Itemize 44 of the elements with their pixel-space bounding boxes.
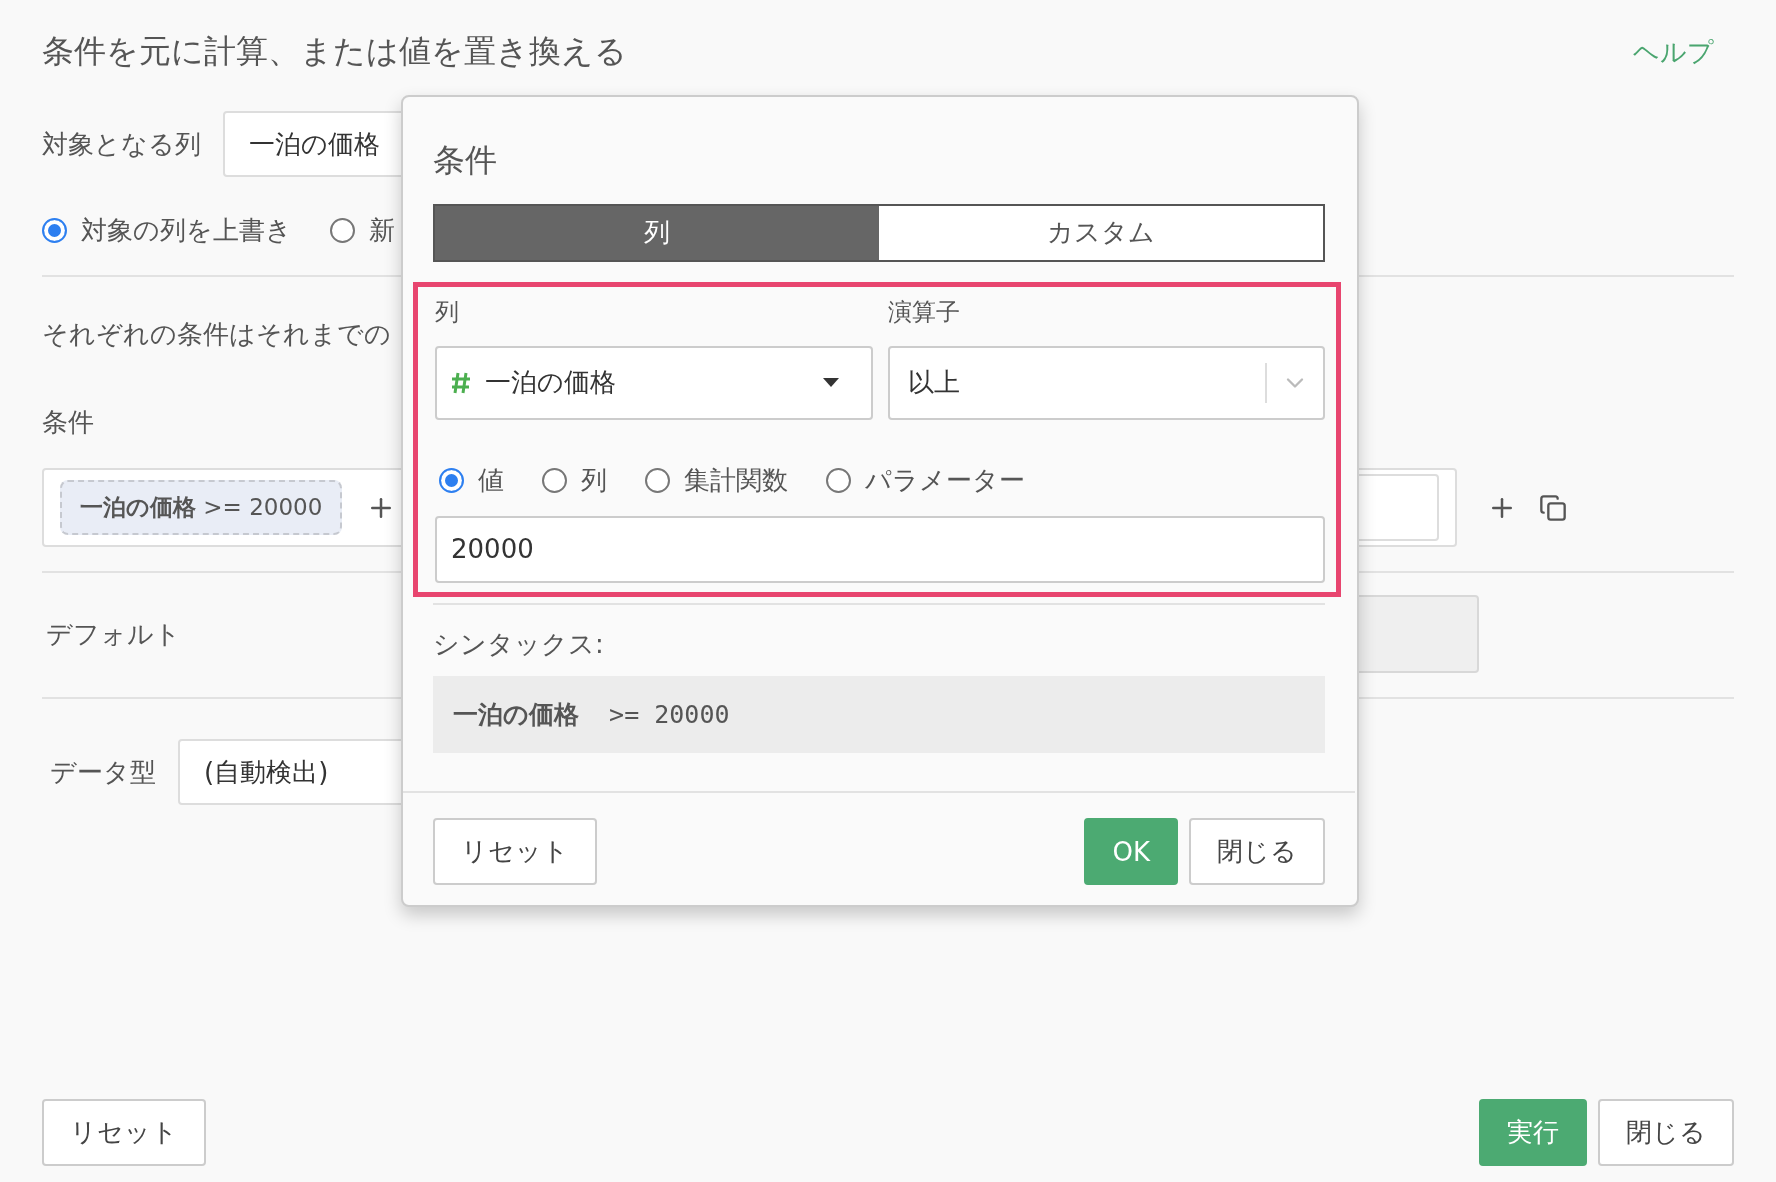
radio-label: 対象の列を上書き [81, 213, 292, 247]
radio-option[interactable]: 値 [439, 463, 504, 499]
radio-label: 新 [369, 213, 395, 247]
field-label: データ型 [50, 755, 156, 789]
secondary-button[interactable]: 閉じる [1598, 1099, 1734, 1166]
radio-label: 集計関数 [684, 464, 788, 498]
page-title: 条件を元に計算、または値を置き換える [42, 31, 627, 72]
radio-option[interactable]: 集計関数 [645, 463, 788, 499]
tab[interactable]: 列 [435, 206, 879, 260]
radio-icon[interactable] [542, 468, 567, 494]
radio-option[interactable]: 列 [542, 463, 607, 499]
secondary-button[interactable]: リセット [433, 818, 597, 885]
radio-icon[interactable] [826, 468, 851, 494]
field-label: 列 [435, 296, 460, 327]
field-label: 条件 [42, 406, 94, 439]
popover-title: 条件 [433, 140, 498, 181]
radio-option[interactable]: 対象の列を上書き [42, 212, 292, 248]
copy-icon[interactable] [1539, 493, 1567, 522]
syntax-text: 一泊の価格 >= 20000 [453, 698, 730, 731]
caret-icon [822, 378, 839, 388]
operator-select[interactable]: 以上 [887, 345, 1325, 420]
tab[interactable]: カスタム [879, 206, 1323, 260]
description-text: それぞれの条件はそれまでの [42, 318, 391, 351]
secondary-button[interactable]: リセット [42, 1099, 206, 1166]
radio-icon[interactable] [330, 217, 355, 243]
radio-option[interactable]: パラメーター [826, 463, 1025, 499]
value-input[interactable]: 20000 [435, 515, 1325, 583]
syntax-label: シンタックス: [433, 627, 605, 661]
radio-icon[interactable] [645, 468, 670, 494]
select-value: 一泊の価格 [485, 366, 617, 400]
select-value: 以上 [907, 366, 961, 400]
condition-chip[interactable]: 一泊の価格 >= 20000 [60, 480, 343, 535]
secondary-button[interactable]: 閉じる [1189, 818, 1325, 885]
radio-option[interactable]: 新 [330, 212, 395, 248]
field-label: デフォルト [46, 617, 181, 651]
radio-label: 値 [478, 464, 504, 498]
field-label: 演算子 [887, 296, 961, 327]
hash-icon [451, 371, 471, 394]
radio-icon[interactable] [439, 468, 464, 494]
radio-label: 列 [581, 464, 607, 498]
radio-label: パラメーター [865, 464, 1025, 498]
radio-icon[interactable] [42, 217, 67, 243]
field-label: 対象となる列 [42, 127, 201, 161]
column-select[interactable]: 一泊の価格 [435, 345, 873, 420]
